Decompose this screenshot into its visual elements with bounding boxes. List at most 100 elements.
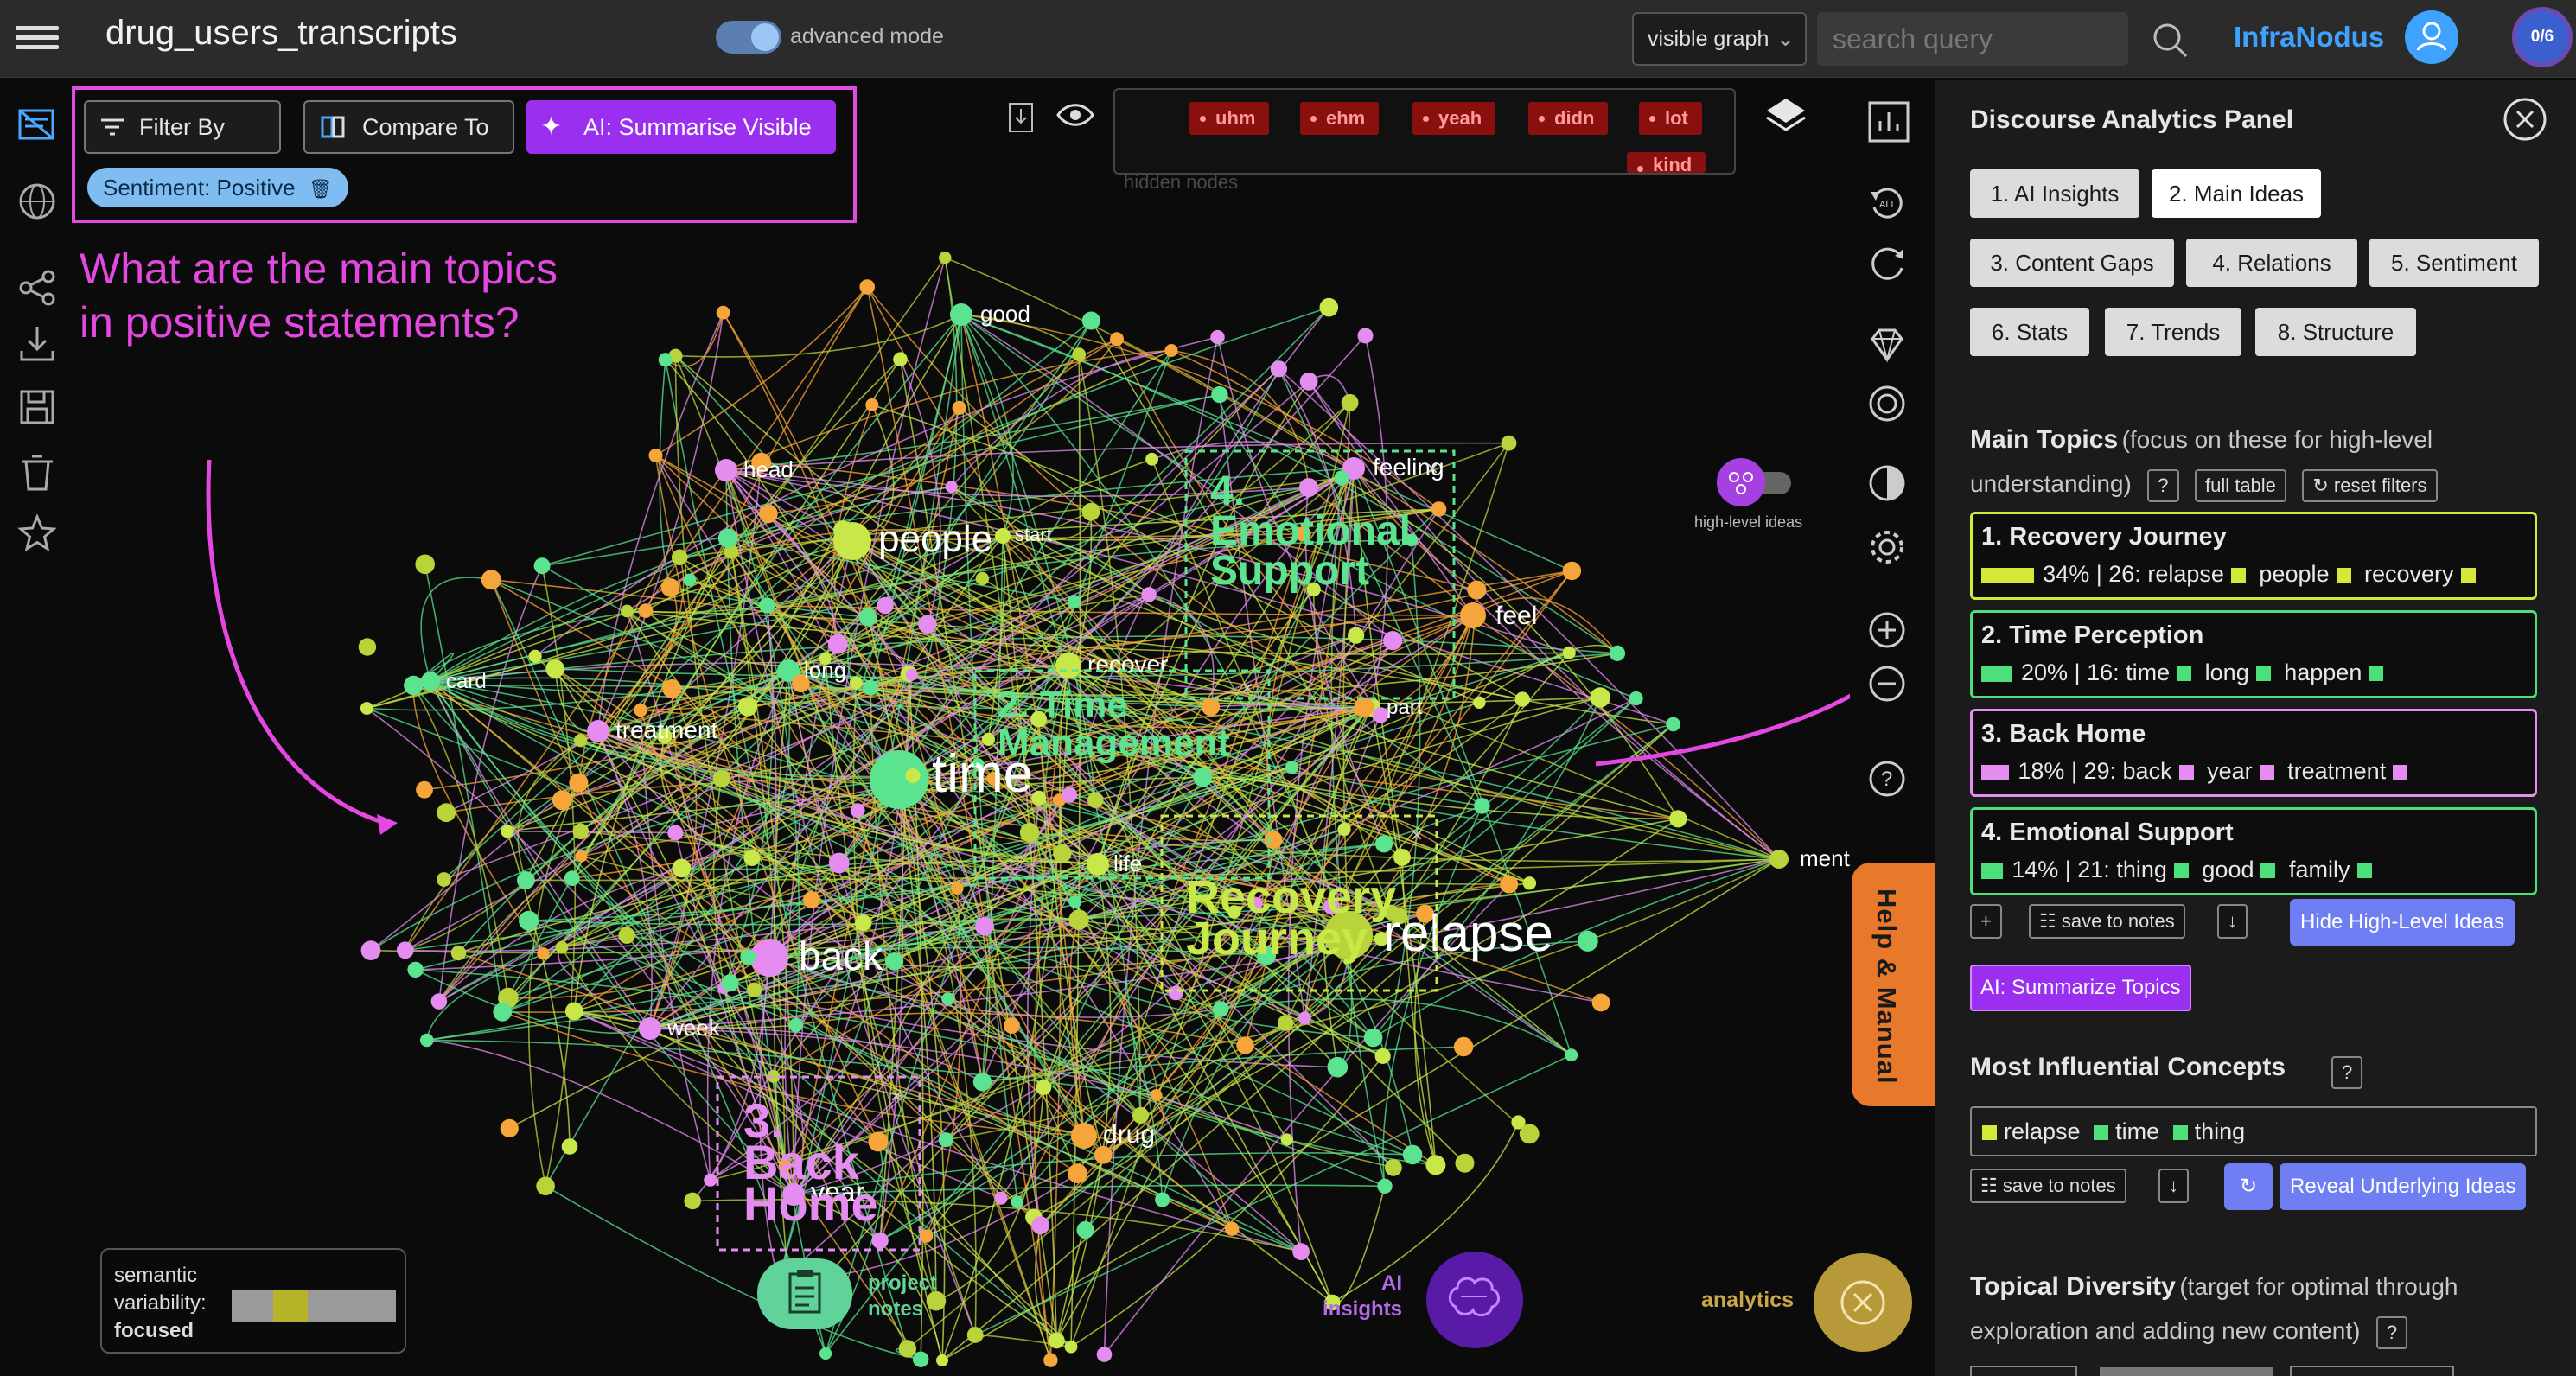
- graph-node-label[interactable]: people: [878, 518, 992, 560]
- graph-node[interactable]: [569, 773, 589, 793]
- graph-node[interactable]: [1402, 1144, 1423, 1165]
- hidden-node-tag[interactable]: yeah: [1412, 102, 1496, 135]
- graph-node[interactable]: [1048, 1332, 1065, 1349]
- graph-node[interactable]: [1377, 1178, 1393, 1194]
- influential-concept[interactable]: thing: [2195, 1118, 2246, 1144]
- topic-word[interactable]: people: [2259, 561, 2329, 587]
- graph-node[interactable]: [1374, 835, 1393, 853]
- refresh-button[interactable]: ↻: [2224, 1163, 2273, 1210]
- graph-node[interactable]: [966, 1327, 984, 1343]
- graph-node[interactable]: [1155, 1192, 1170, 1207]
- graph-node[interactable]: [621, 604, 634, 618]
- graph-node[interactable]: [833, 520, 853, 540]
- tab-content-gaps[interactable]: 3. Content Gaps: [1970, 239, 2174, 287]
- graph-node[interactable]: [951, 882, 964, 895]
- graph-node-card[interactable]: [421, 672, 440, 691]
- graph-node[interactable]: [501, 825, 514, 838]
- graph-node[interactable]: [415, 554, 436, 575]
- graph-node[interactable]: [850, 803, 865, 819]
- graph-node[interactable]: [519, 910, 539, 931]
- graph-node[interactable]: [1145, 452, 1158, 466]
- graph-node[interactable]: [1064, 1340, 1078, 1354]
- graph-node[interactable]: [1096, 1347, 1113, 1362]
- graph-node[interactable]: [1425, 1155, 1446, 1175]
- topic-word[interactable]: relapse: [2147, 561, 2224, 587]
- graph-node-good[interactable]: [950, 303, 972, 326]
- graph-node[interactable]: [747, 982, 762, 997]
- graph-node[interactable]: [868, 1131, 889, 1152]
- graph-node[interactable]: [905, 768, 921, 784]
- graph-node[interactable]: [671, 549, 688, 566]
- high-level-ideas-toggle[interactable]: [1715, 456, 1795, 506]
- tab-structure[interactable]: 8. Structure: [2255, 308, 2416, 356]
- graph-node[interactable]: [1280, 1133, 1293, 1146]
- graph-node[interactable]: [555, 940, 569, 954]
- graph-node-label[interactable]: part: [1387, 696, 1423, 719]
- graph-node-mental[interactable]: [1769, 850, 1789, 869]
- graph-node[interactable]: [1211, 385, 1228, 404]
- graph-node[interactable]: [1577, 930, 1598, 952]
- graph-node[interactable]: [407, 961, 424, 978]
- graph-node-label[interactable]: relapse: [1383, 904, 1553, 962]
- graph-node-feel[interactable]: [1460, 602, 1486, 628]
- graph-node[interactable]: [634, 703, 647, 717]
- graph-node[interactable]: [721, 974, 739, 992]
- graph-node-label[interactable]: treatment: [615, 717, 717, 743]
- graph-node[interactable]: [941, 992, 955, 1006]
- graph-node[interactable]: [938, 1132, 953, 1148]
- graph-node[interactable]: [1337, 823, 1351, 837]
- graph-node[interactable]: [1201, 698, 1221, 717]
- graph-node[interactable]: [819, 1347, 832, 1360]
- graph-node[interactable]: [1298, 478, 1318, 498]
- graph-node[interactable]: [939, 252, 952, 264]
- circle-target-icon[interactable]: [1867, 384, 1907, 424]
- graph-node[interactable]: [1236, 1036, 1254, 1054]
- help-button[interactable]: ?: [2331, 1056, 2363, 1089]
- hidden-node-tag[interactable]: lot: [1639, 102, 1702, 135]
- graph-node[interactable]: [704, 1173, 717, 1187]
- graph-node[interactable]: [404, 675, 424, 696]
- graph-node[interactable]: [1669, 810, 1687, 828]
- graph-node[interactable]: [1519, 1124, 1540, 1144]
- graph-node[interactable]: [717, 528, 738, 548]
- search-input[interactable]: search query: [1817, 12, 2128, 66]
- graph-node[interactable]: [683, 573, 697, 587]
- search-icon[interactable]: [2151, 21, 2189, 59]
- graph-node[interactable]: [618, 927, 635, 944]
- graph-node[interactable]: [1562, 646, 1576, 659]
- graph-node[interactable]: [667, 825, 684, 841]
- graph-node[interactable]: [1150, 1089, 1163, 1102]
- graph-node[interactable]: [1031, 790, 1047, 806]
- add-topic-button[interactable]: +: [1970, 904, 2002, 939]
- graph-node-back[interactable]: [750, 939, 788, 977]
- influential-concept[interactable]: relapse: [2004, 1118, 2081, 1144]
- tab-stats[interactable]: 6. Stats: [1970, 308, 2089, 356]
- graph-node[interactable]: [862, 679, 878, 696]
- graph-node[interactable]: [1043, 1353, 1058, 1367]
- reset-filters-button[interactable]: ↻ reset filters: [2302, 469, 2438, 502]
- graph-node[interactable]: [672, 858, 692, 878]
- graph-node[interactable]: [1087, 792, 1104, 809]
- graph-node[interactable]: [1213, 1001, 1229, 1017]
- filter-by-button[interactable]: Filter By: [84, 100, 281, 154]
- help-icon[interactable]: ?: [1867, 759, 1907, 799]
- graph-node[interactable]: [1068, 909, 1089, 930]
- topic-word[interactable]: long: [2205, 659, 2249, 685]
- graph-node[interactable]: [788, 1018, 803, 1033]
- graph-node-label[interactable]: recover: [1087, 651, 1168, 678]
- graph-node[interactable]: [1193, 768, 1213, 787]
- rotate-icon[interactable]: [1867, 244, 1907, 283]
- user-avatar-button[interactable]: [2405, 10, 2458, 64]
- tab-ai-insights[interactable]: 1. AI Insights: [1970, 169, 2139, 218]
- save-to-notes-button[interactable]: ☷ save to notes: [1970, 1169, 2126, 1203]
- graph-node[interactable]: [430, 993, 448, 1010]
- graph-node[interactable]: [1341, 393, 1359, 411]
- help-manual-tab[interactable]: Help & Manual: [1852, 863, 1935, 1106]
- graph-node[interactable]: [358, 638, 377, 656]
- graph-node[interactable]: [1562, 561, 1582, 581]
- download-concepts-button[interactable]: ↓: [2158, 1169, 2189, 1203]
- topic-item[interactable]: 2. Time Perception 20% | 16: time long ha…: [1970, 610, 2537, 698]
- graph-node[interactable]: [1501, 435, 1517, 451]
- graph-node[interactable]: [1076, 1220, 1094, 1239]
- graph-node[interactable]: [893, 352, 908, 367]
